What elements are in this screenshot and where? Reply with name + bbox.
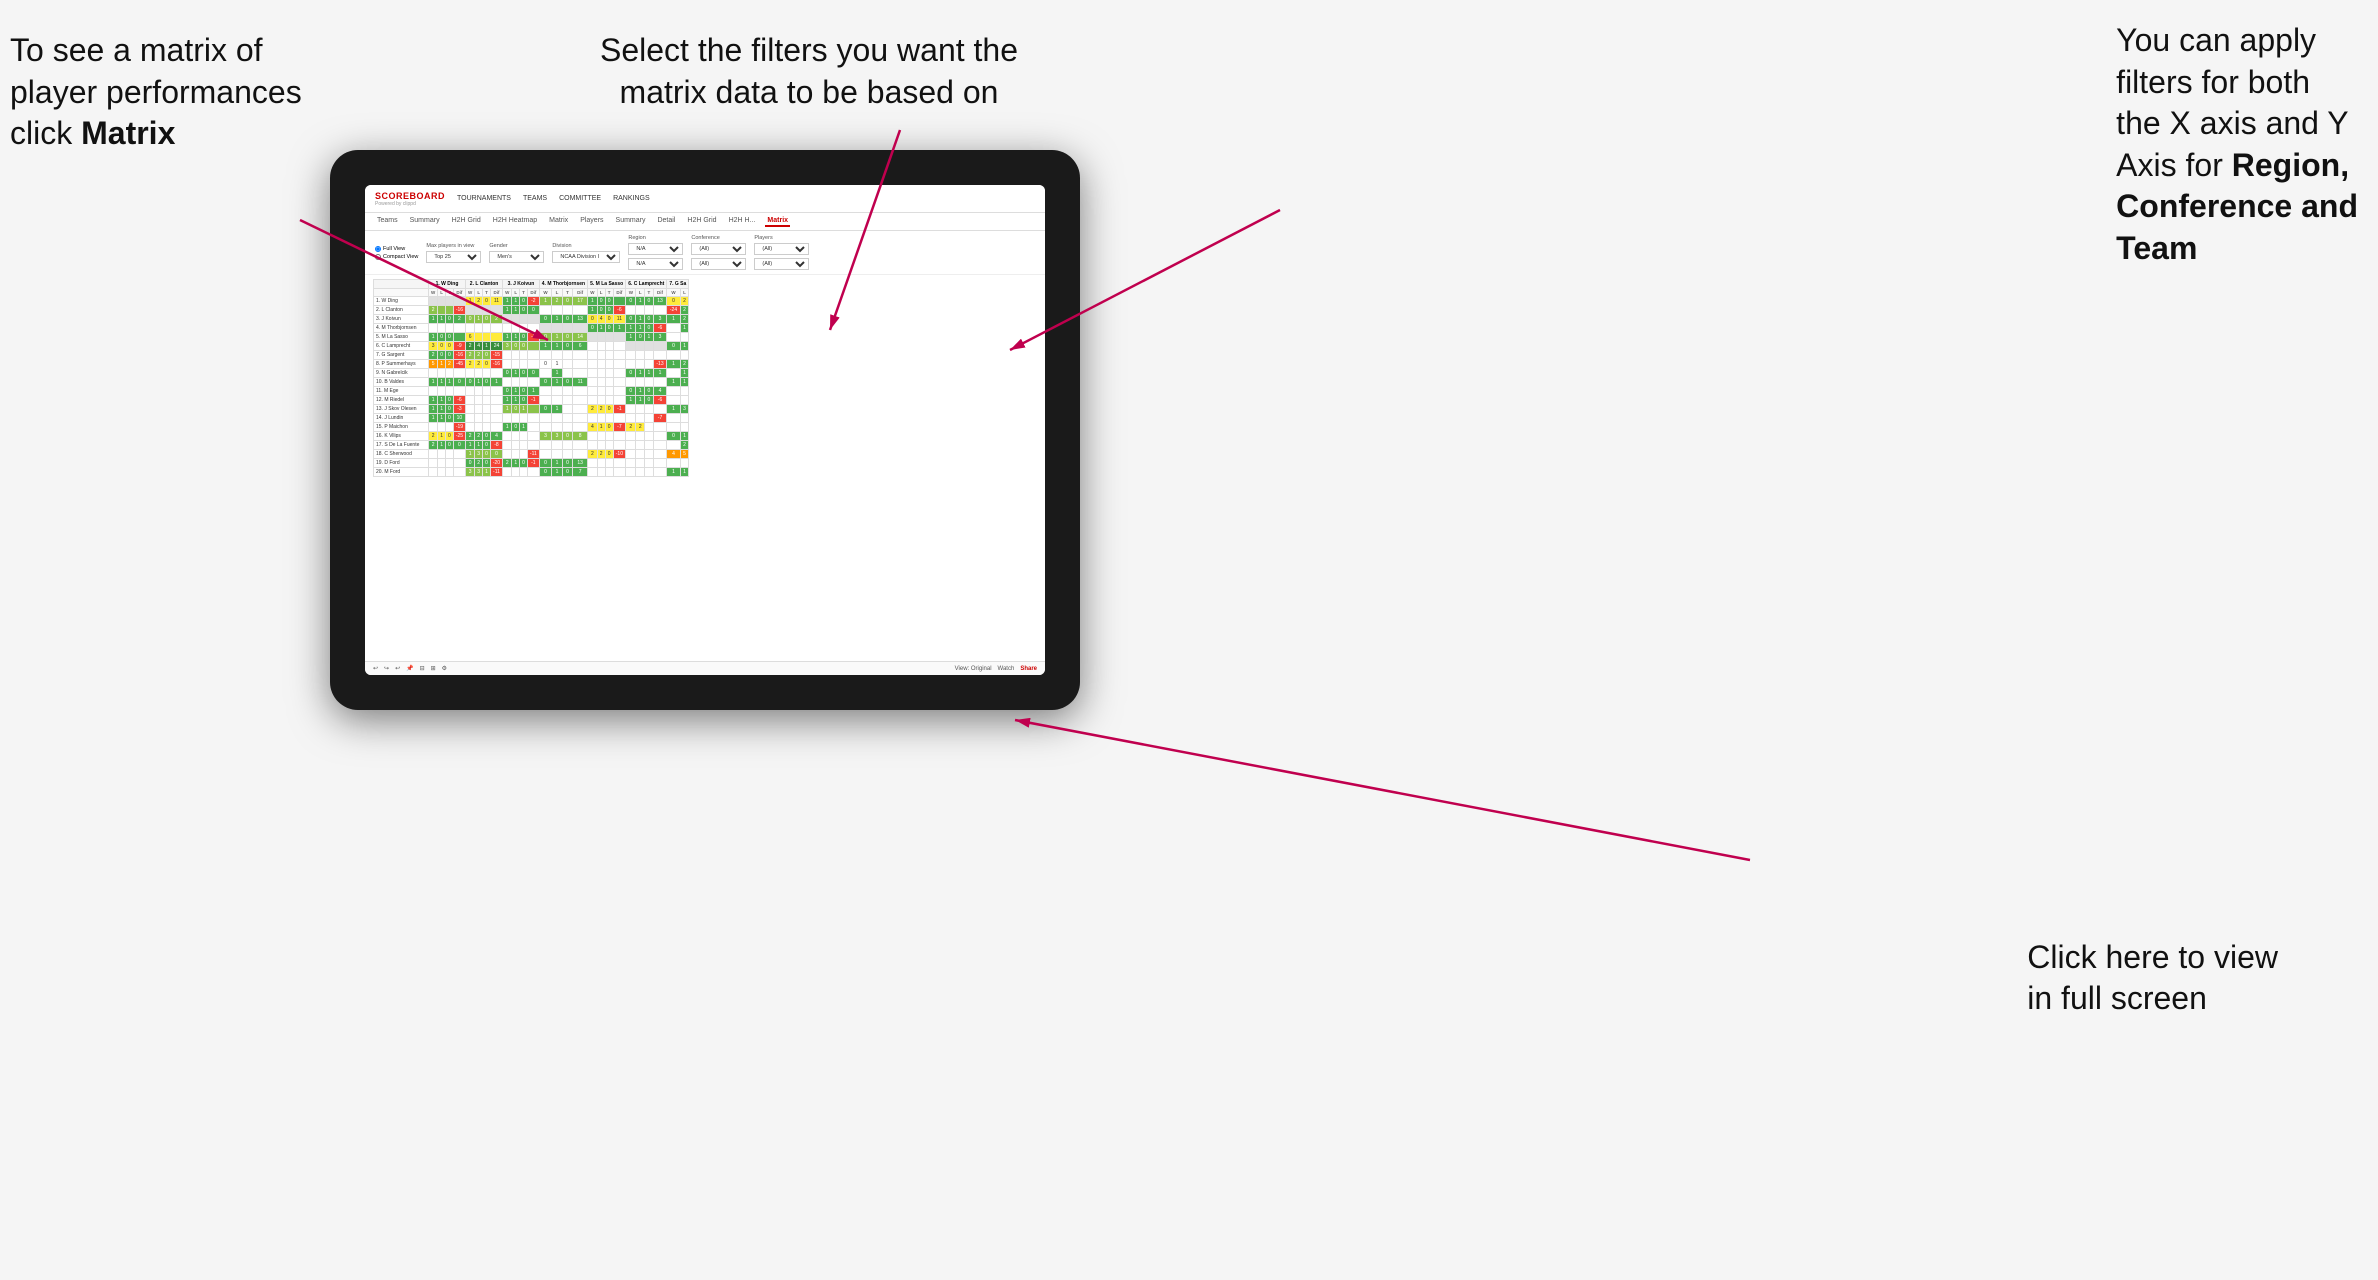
table-row: 9. N Gabrelcik 0100 1 0111 1 <box>374 369 689 378</box>
nav-rankings[interactable]: RANKINGS <box>613 195 650 202</box>
table-row: 4. M Thorbjornsen 0101 110-6 1 <box>374 324 689 333</box>
conference-select2[interactable]: (All) <box>691 258 746 270</box>
view-options: Full View Compact View <box>375 246 418 260</box>
col-header-2: 2. L Clanton <box>466 280 503 289</box>
table-row: 13. J Skov Olesen 110-3 101 01 220-1 13 <box>374 405 689 414</box>
bottom-toolbar: ↩ ↪ ↩ 📌 ⊟ ⊞ ⚙ View: Original Watch Share <box>365 661 1045 675</box>
col-header-7: 7. G Sa <box>667 280 689 289</box>
table-row: 8. P Summerhays 512-45 220-16 01 -13 12 <box>374 360 689 369</box>
tab-summary[interactable]: Summary <box>408 216 442 227</box>
col-header-5: 5. M La Sasso <box>588 280 626 289</box>
table-row: 3. J Koivun 1102 0102 01013 04011 0103 1… <box>374 315 689 324</box>
toolbar-zoom-in[interactable]: ⊞ <box>431 665 436 672</box>
matrix-table: 1. W Ding 2. L Clanton 3. J Koivun 4. M … <box>373 279 689 477</box>
logo-text: SCOREBOARD <box>375 191 445 201</box>
players-select[interactable]: (All) <box>754 243 809 255</box>
filter-conference: Conference (All) (All) <box>691 235 746 270</box>
tablet-screen: SCOREBOARD Powered by clippd TOURNAMENTS… <box>365 185 1045 675</box>
table-row: 5. M La Sasso 100 6 110-1 01014 1013 <box>374 333 689 342</box>
corner-header <box>374 280 429 289</box>
matrix-area[interactable]: 1. W Ding 2. L Clanton 3. J Koivun 4. M … <box>365 275 1045 661</box>
table-row: 10. B Valdes 1110 0101 01011 11 <box>374 378 689 387</box>
nav-teams[interactable]: TEAMS <box>523 195 547 202</box>
nav-committee[interactable]: COMMITTEE <box>559 195 601 202</box>
annotation-top-right: You can apply filters for both the X axi… <box>2116 20 2358 270</box>
col-header-6: 6. C Lamprecht <box>626 280 667 289</box>
tab-h2h-grid[interactable]: H2H Grid <box>450 216 483 227</box>
logo-area: SCOREBOARD Powered by clippd <box>375 191 445 207</box>
filter-region: Region N/A N/A <box>628 235 683 270</box>
toolbar-pin[interactable]: 📌 <box>406 665 413 672</box>
tab-h2h-grid2[interactable]: H2H Grid <box>685 216 718 227</box>
table-row: 11. M Ege 0101 0104 <box>374 387 689 396</box>
filters-row: Full View Compact View Max players in vi… <box>365 231 1045 275</box>
table-row: 1. W Ding 12011 110-2 12017 100 01013 02 <box>374 297 689 306</box>
col-header-1: 1. W Ding <box>429 280 466 289</box>
tab-h2hh[interactable]: H2H H... <box>727 216 758 227</box>
col-header-4: 4. M Thorbjornsen <box>539 280 587 289</box>
table-row: 16. K Vilips 210-25 2204 3308 01 <box>374 432 689 441</box>
watch-button[interactable]: Watch <box>998 666 1015 672</box>
table-row: 18. C Sherwood 1300 -11 220-10 45 <box>374 450 689 459</box>
filter-players: Players (All) (All) <box>754 235 809 270</box>
annotation-top-left: To see a matrix of player performances c… <box>10 30 302 155</box>
table-row: 15. P Maichon -19 101 410-7 22 <box>374 423 689 432</box>
sub-nav: Teams Summary H2H Grid H2H Heatmap Matri… <box>365 213 1045 231</box>
tab-players[interactable]: Players <box>578 216 605 227</box>
col-header-3: 3. J Koivun <box>503 280 540 289</box>
table-row: 6. C Lamprecht 300-9 24124 300 1106 01 <box>374 342 689 351</box>
toolbar-zoom-out[interactable]: ⊟ <box>420 665 425 672</box>
toolbar-settings[interactable]: ⚙ <box>442 665 447 672</box>
tab-matrix-active[interactable]: Matrix <box>765 216 790 227</box>
logo-sub: Powered by clippd <box>375 201 445 207</box>
view-original-label[interactable]: View: Original <box>955 666 992 672</box>
share-button[interactable]: Share <box>1020 666 1037 672</box>
players-select2[interactable]: (All) <box>754 258 809 270</box>
tablet: SCOREBOARD Powered by clippd TOURNAMENTS… <box>330 150 1080 710</box>
filter-max-players: Max players in view Top 25 <box>426 243 481 263</box>
region-select[interactable]: N/A <box>628 243 683 255</box>
table-row: 7. G Sargent 200-16 220-15 <box>374 351 689 360</box>
annotation-top-center: Select the filters you want the matrix d… <box>600 30 1018 113</box>
toolbar-undo[interactable]: ↩ <box>373 665 378 672</box>
filter-division: Division NCAA Division I <box>552 243 620 263</box>
nav-tournaments[interactable]: TOURNAMENTS <box>457 195 511 202</box>
tab-matrix[interactable]: Matrix <box>547 216 570 227</box>
toolbar-redo[interactable]: ↪ <box>384 665 389 672</box>
conference-select[interactable]: (All) <box>691 243 746 255</box>
division-select[interactable]: NCAA Division I <box>552 251 620 263</box>
filter-gender: Gender Men's <box>489 243 544 263</box>
table-row: 19. D Ford 020-20 210-1 01013 <box>374 459 689 468</box>
tab-h2h-heatmap[interactable]: H2H Heatmap <box>491 216 539 227</box>
toolbar-arrow[interactable]: ↩ <box>395 665 400 672</box>
region-select2[interactable]: N/A <box>628 258 683 270</box>
toolbar-right: View: Original Watch Share <box>955 666 1037 672</box>
top-nav: SCOREBOARD Powered by clippd TOURNAMENTS… <box>365 185 1045 213</box>
table-row: 17. S De La Fuente 2100 110-8 2 <box>374 441 689 450</box>
table-row: 20. M Ford 331-11 0107 11 <box>374 468 689 477</box>
table-row: 2. L Clanton 2-16 1100 100-6 -242 <box>374 306 689 315</box>
nav-links: TOURNAMENTS TEAMS COMMITTEE RANKINGS <box>457 195 650 202</box>
gender-select[interactable]: Men's <box>489 251 544 263</box>
tab-detail[interactable]: Detail <box>655 216 677 227</box>
table-row: 12. M Riedel 110-6 110-1 110-6 <box>374 396 689 405</box>
max-players-select[interactable]: Top 25 <box>426 251 481 263</box>
tab-teams[interactable]: Teams <box>375 216 400 227</box>
toolbar-left: ↩ ↪ ↩ 📌 ⊟ ⊞ ⚙ <box>373 665 447 672</box>
tab-summary2[interactable]: Summary <box>614 216 648 227</box>
table-row: 14. J Lundin 11010 -7 <box>374 414 689 423</box>
annotation-bottom-right: Click here to view in full screen <box>2027 937 2278 1020</box>
